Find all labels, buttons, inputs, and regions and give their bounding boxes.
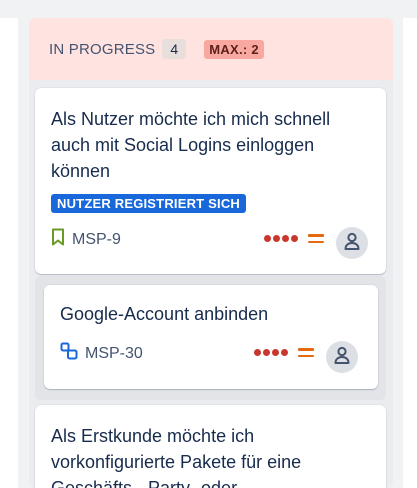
medium-equals-icon: [298, 348, 314, 357]
priority-indicator: [254, 348, 314, 357]
user-icon: [342, 231, 362, 256]
previous-column: [0, 18, 18, 488]
issue-card-msp-30[interactable]: Google-Account anbinden MSP-30: [44, 285, 378, 389]
in-progress-column: IN PROGRESS 4 MAX.: 2 Als Nutzer möchte …: [29, 18, 393, 488]
priority-highest-icon: [264, 235, 300, 242]
epic-lozenge[interactable]: NUTZER REGISTRIERT SICH: [51, 194, 246, 213]
user-icon: [332, 345, 352, 370]
card-footer: MSP-30: [60, 342, 143, 365]
medium-equals-icon: [308, 234, 324, 243]
column-title: IN PROGRESS: [49, 40, 156, 58]
priority-indicator: [264, 234, 324, 243]
issue-count-badge: 4: [162, 39, 187, 59]
card-footer: MSP-9: [51, 228, 121, 251]
subtask-icon: [60, 342, 78, 365]
next-column: [403, 18, 417, 488]
issue-key-link[interactable]: MSP-9: [72, 231, 121, 249]
story-bookmark-icon: [51, 228, 65, 251]
board-page: IN PROGRESS 4 MAX.: 2 Als Nutzer möchte …: [0, 0, 417, 488]
assignee-avatar[interactable]: [336, 227, 368, 259]
issue-key-link[interactable]: MSP-30: [85, 345, 143, 363]
card-summary: Google-Account anbinden: [60, 304, 269, 324]
card-summary: Als Erstkunde möchte ich vorkonfiguriert…: [51, 426, 302, 488]
issue-card-next[interactable]: Als Erstkunde möchte ich vorkonfiguriert…: [35, 405, 386, 488]
issue-card-msp-9[interactable]: Als Nutzer möchte ich mich schnell auch …: [35, 88, 386, 274]
column-header: IN PROGRESS 4 MAX.: 2: [29, 18, 393, 80]
assignee-avatar[interactable]: [326, 341, 358, 373]
card-summary: Als Nutzer möchte ich mich schnell auch …: [51, 109, 331, 181]
wip-limit-badge: MAX.: 2: [204, 39, 264, 59]
priority-highest-icon: [254, 349, 290, 356]
